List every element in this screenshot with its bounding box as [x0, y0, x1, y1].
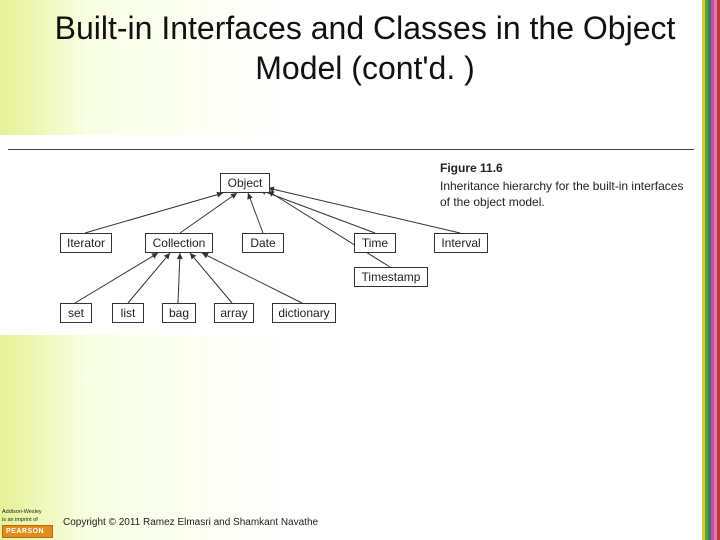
node-collection: Collection	[145, 233, 213, 253]
figure-area: Figure 11.6 Inheritance hierarchy for th…	[0, 135, 702, 335]
pearson-badge: PEARSON	[2, 525, 53, 538]
accent-strip	[702, 0, 720, 540]
node-timestamp: Timestamp	[354, 267, 428, 287]
node-date: Date	[242, 233, 284, 253]
node-object: Object	[220, 173, 270, 193]
footer: Addison-Wesley is an imprint of PEARSON …	[0, 504, 720, 540]
node-iterator: Iterator	[60, 233, 112, 253]
node-time: Time	[354, 233, 396, 253]
node-array: array	[214, 303, 254, 323]
node-set: set	[60, 303, 92, 323]
figure-rule	[8, 149, 694, 150]
node-list: list	[112, 303, 144, 323]
page-title: Built-in Interfaces and Classes in the O…	[30, 8, 700, 88]
node-bag: bag	[162, 303, 196, 323]
diagram: Object Iterator Collection Date Time Int…	[20, 155, 580, 335]
publisher-logo: Addison-Wesley is an imprint of PEARSON	[0, 504, 55, 540]
imprint-line2: is an imprint of	[2, 517, 53, 523]
node-interval: Interval	[434, 233, 488, 253]
node-dictionary: dictionary	[272, 303, 336, 323]
copyright: Copyright © 2011 Ramez Elmasri and Shamk…	[63, 517, 318, 528]
imprint-line1: Addison-Wesley	[2, 509, 53, 515]
slide: Built-in Interfaces and Classes in the O…	[0, 0, 720, 540]
